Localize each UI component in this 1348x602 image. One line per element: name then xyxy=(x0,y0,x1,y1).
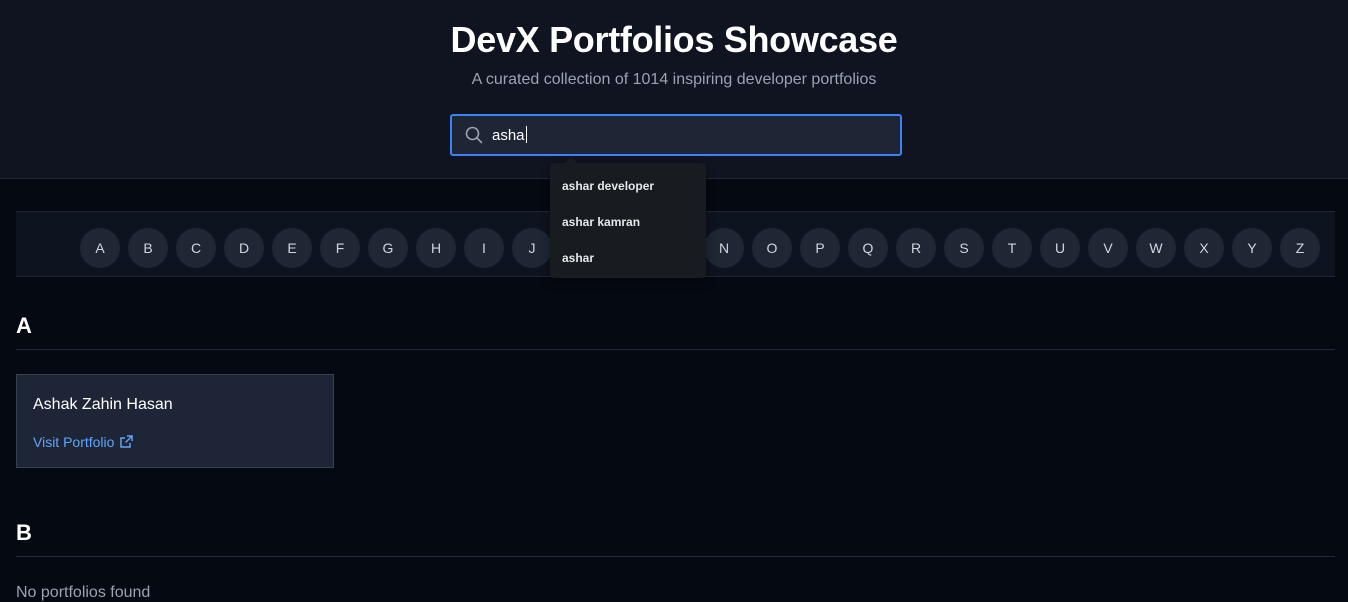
letter-c[interactable]: C xyxy=(176,228,216,268)
letter-v[interactable]: V xyxy=(1088,228,1128,268)
section-heading-a: A xyxy=(16,313,32,338)
letter-h[interactable]: H xyxy=(416,228,456,268)
letter-x[interactable]: X xyxy=(1184,228,1224,268)
suggestion-item[interactable]: ashar xyxy=(562,251,594,265)
letter-p[interactable]: P xyxy=(800,228,840,268)
search-value: asha xyxy=(492,127,525,144)
page-header: DevX Portfolios Showcase A curated colle… xyxy=(0,0,1348,179)
letter-j[interactable]: J xyxy=(512,228,552,268)
letter-n[interactable]: N xyxy=(704,228,744,268)
visit-portfolio-label: Visit Portfolio xyxy=(33,434,115,450)
letter-q[interactable]: Q xyxy=(848,228,888,268)
letter-y[interactable]: Y xyxy=(1232,228,1272,268)
letter-b[interactable]: B xyxy=(128,228,168,268)
letter-t[interactable]: T xyxy=(992,228,1032,268)
letter-r[interactable]: R xyxy=(896,228,936,268)
page-subtitle: A curated collection of 1014 inspiring d… xyxy=(471,71,877,88)
external-link-icon xyxy=(120,435,134,448)
letter-d[interactable]: D xyxy=(224,228,264,268)
text-caret xyxy=(525,126,527,143)
letter-e[interactable]: E xyxy=(272,228,312,268)
section-heading-b: B xyxy=(16,520,32,545)
portfolio-name: Ashak Zahin Hasan xyxy=(33,396,173,413)
letter-w[interactable]: W xyxy=(1136,228,1176,268)
section-divider xyxy=(16,556,1335,557)
section-divider xyxy=(16,349,1335,350)
letter-s[interactable]: S xyxy=(944,228,984,268)
suggestion-item[interactable]: ashar developer xyxy=(562,179,654,193)
letter-z[interactable]: Z xyxy=(1280,228,1320,268)
empty-state-text: No portfolios found xyxy=(16,584,151,601)
letter-a[interactable]: A xyxy=(80,228,120,268)
search-suggestions: ashar developer ashar kamran ashar xyxy=(550,157,706,278)
suggestion-item[interactable]: ashar kamran xyxy=(562,215,640,229)
letter-o[interactable]: O xyxy=(752,228,792,268)
letter-i[interactable]: I xyxy=(464,228,504,268)
search-input[interactable]: asha xyxy=(450,114,902,156)
page-title: DevX Portfolios Showcase xyxy=(450,19,898,60)
letter-f[interactable]: F xyxy=(320,228,360,268)
visit-portfolio-link[interactable]: Visit Portfolio xyxy=(33,434,134,450)
letter-u[interactable]: U xyxy=(1040,228,1080,268)
search-icon xyxy=(465,126,483,144)
letter-g[interactable]: G xyxy=(368,228,408,268)
portfolio-card: Ashak Zahin Hasan Visit Portfolio xyxy=(16,374,334,468)
